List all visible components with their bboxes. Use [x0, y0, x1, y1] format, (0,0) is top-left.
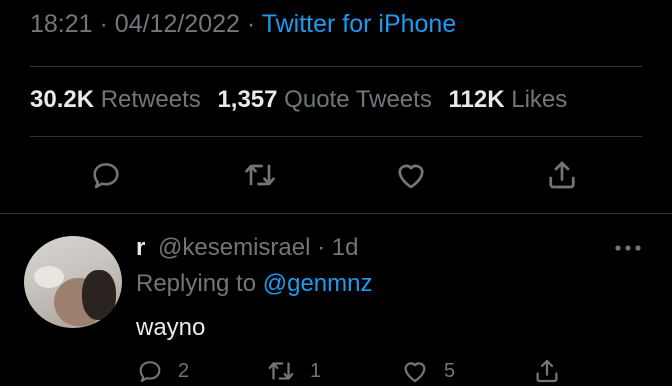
divider	[30, 136, 642, 137]
retweets-count: 30.2K	[30, 86, 95, 113]
replying-to: Replying to @genmnz	[136, 270, 373, 298]
reply-header: r @kesemisrael · 1d	[136, 234, 358, 262]
reply-age: 1d	[331, 234, 359, 261]
reply-author-handle[interactable]: @kesemisrael	[158, 234, 310, 261]
reply-reply-button[interactable]: 2	[136, 356, 189, 386]
reply-button[interactable]	[86, 155, 126, 195]
tweet-time: 18:21	[30, 10, 93, 38]
reply-retweet-button[interactable]: 1	[266, 356, 321, 386]
reply-icon	[93, 163, 119, 189]
meta-separator: ·	[246, 10, 256, 38]
retweet-icon	[245, 164, 275, 186]
reply-like-count: 5	[444, 359, 456, 382]
retweet-icon	[268, 362, 294, 380]
tweet-source-link[interactable]: Twitter for iPhone	[262, 10, 457, 38]
replying-to-mention[interactable]: @genmnz	[263, 270, 373, 297]
share-icon	[549, 161, 575, 189]
likes-label: Likes	[511, 86, 568, 113]
tweet-stats: 30.2K Retweets 1,357 Quote Tweets 112K L…	[30, 86, 577, 114]
reply-share-button[interactable]	[532, 356, 562, 386]
tweet-meta: 18:21 · 04/12/2022 · Twitter for iPhone	[30, 10, 456, 39]
tweet-date: 04/12/2022	[114, 10, 240, 38]
divider	[0, 213, 672, 214]
divider	[30, 66, 642, 67]
likes-count: 112K	[448, 86, 505, 113]
reply-icon	[139, 361, 161, 382]
meta-separator: ·	[99, 10, 108, 38]
avatar[interactable]	[24, 236, 122, 328]
reply-like-button[interactable]: 5	[400, 356, 455, 386]
reply-retweet-count: 1	[310, 359, 322, 382]
more-icon[interactable]	[610, 236, 646, 260]
retweets-stat[interactable]: 30.2K Retweets	[30, 86, 217, 113]
reply-separator: ·	[317, 234, 326, 261]
likes-stat[interactable]: 112K Likes	[449, 86, 578, 113]
reply-text: wayno	[136, 314, 206, 341]
like-button[interactable]	[391, 155, 431, 195]
quote-tweets-count: 1,357	[217, 86, 278, 113]
share-button[interactable]	[542, 155, 582, 195]
like-icon	[404, 362, 426, 383]
like-icon	[398, 164, 424, 189]
share-icon	[536, 359, 558, 383]
retweets-label: Retweets	[100, 86, 201, 113]
replying-to-label: Replying to	[136, 270, 257, 297]
quote-tweets-label: Quote Tweets	[284, 86, 432, 113]
reply-author-name[interactable]: r	[136, 234, 145, 261]
retweet-button[interactable]	[240, 155, 280, 195]
quotes-stat[interactable]: 1,357 Quote Tweets	[217, 86, 448, 113]
reply-reply-count: 2	[178, 359, 190, 382]
